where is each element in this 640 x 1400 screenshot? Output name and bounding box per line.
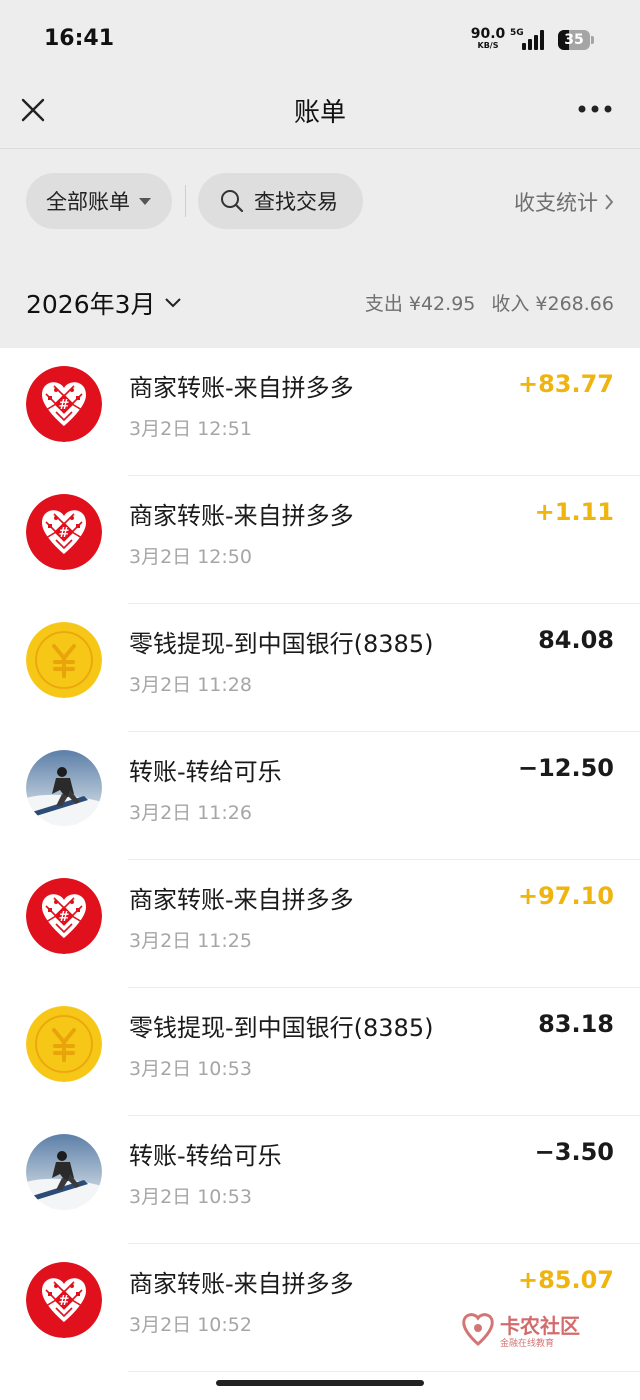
transaction-amount: −3.50 (534, 1138, 614, 1166)
transaction-amount: +1.11 (534, 498, 614, 526)
divider (185, 185, 186, 217)
nav-bar: 账单 (0, 78, 640, 148)
transaction-time: 3月2日 12:51 (129, 418, 252, 440)
transaction-row[interactable]: # 商家转账-来自拼多多 3月2日 12:50 +1.11 (0, 476, 640, 604)
search-transactions-button[interactable]: 查找交易 (198, 173, 363, 229)
transaction-amount: +97.10 (517, 882, 614, 910)
transaction-row[interactable]: # 商家转账-来自拼多多 3月2日 12:51 +83.77 (0, 348, 640, 476)
transaction-time: 3月2日 11:26 (129, 802, 252, 824)
transaction-title: 转账-转给可乐 (129, 758, 282, 786)
pinduoduo-logo-icon: # (26, 878, 102, 954)
transaction-row[interactable]: 转账-转给可乐 3月2日 11:26 −12.50 (0, 732, 640, 860)
transaction-title: 商家转账-来自拼多多 (129, 1270, 354, 1298)
signal-icon (522, 30, 548, 50)
battery-level: 35 (564, 32, 584, 48)
transaction-title: 转账-转给可乐 (129, 1142, 282, 1170)
user-avatar-photo (26, 750, 102, 826)
yuan-coin-icon (26, 622, 102, 698)
stats-label: 收支统计 (514, 191, 598, 215)
svg-text:#: # (59, 398, 70, 413)
transaction-amount: +85.07 (517, 1266, 614, 1294)
transaction-title: 商家转账-来自拼多多 (129, 886, 354, 914)
search-icon (221, 190, 244, 213)
transaction-title: 商家转账-来自拼多多 (129, 374, 354, 402)
transaction-row[interactable]: 转账-转给可乐 3月2日 10:53 −3.50 (0, 1116, 640, 1244)
month-income: 收入 ¥268.66 (491, 293, 614, 315)
page-title: 账单 (293, 98, 346, 128)
user-avatar-photo (26, 1134, 102, 1210)
transaction-amount: 84.08 (538, 626, 614, 654)
transaction-amount: 83.18 (538, 1010, 614, 1038)
pinduoduo-logo-icon: # (26, 1262, 102, 1338)
transaction-time: 3月2日 10:53 (129, 1058, 252, 1080)
transaction-title: 商家转账-来自拼多多 (129, 502, 354, 530)
transaction-row[interactable]: 零钱提现-到中国银行(8385) 3月2日 10:53 83.18 (0, 988, 640, 1116)
month-summary: 支出 ¥42.95 收入 ¥268.66 (365, 289, 614, 316)
month-expense: 支出 ¥42.95 (364, 293, 476, 315)
bill-screen: 16:41 90.0 KB/S 5G 35 账单 全部账单 查找交易 收支统计 … (0, 0, 640, 1400)
yuan-coin-icon (26, 1006, 102, 1082)
watermark-subtitle: 金融在线教育 (500, 1339, 555, 1349)
svg-text:#: # (59, 910, 70, 925)
chevron-down-icon (164, 298, 181, 308)
all-bills-label: 全部账单 (46, 190, 130, 214)
all-bills-filter-button[interactable]: 全部账单 (26, 173, 172, 229)
pinduoduo-logo-icon: # (26, 494, 102, 570)
status-time: 16:41 (44, 26, 115, 51)
transaction-amount: +83.77 (517, 370, 614, 398)
month-header: 2026年3月 支出 ¥42.95 收入 ¥268.66 (0, 255, 640, 348)
watermark-name: 卡农社区 (500, 1314, 580, 1338)
svg-text:#: # (59, 1294, 70, 1309)
transaction-time: 3月2日 11:28 (129, 674, 252, 696)
month-picker[interactable]: 2026年3月 (26, 285, 182, 321)
network-speed-unit: KB/S (477, 41, 499, 50)
transaction-amount: −12.50 (517, 754, 614, 782)
transaction-title: 零钱提现-到中国银行(8385) (129, 630, 434, 658)
watermark: 卡农社区 金融在线教育 (460, 1308, 590, 1352)
search-label: 查找交易 (254, 190, 338, 214)
transaction-row[interactable]: 零钱提现-到中国银行(8385) 3月2日 11:28 84.08 (0, 604, 640, 732)
watermark-logo-icon (462, 1313, 494, 1346)
more-dots-icon[interactable] (572, 96, 618, 122)
transaction-title: 零钱提现-到中国银行(8385) (129, 1014, 434, 1042)
status-bar: 16:41 90.0 KB/S 5G 35 (0, 0, 640, 78)
chevron-right-icon (605, 194, 614, 210)
income-expense-stats-link[interactable]: 收支统计 (514, 187, 614, 217)
caret-down-icon (139, 197, 151, 205)
transaction-time: 3月2日 10:52 (129, 1314, 252, 1336)
pinduoduo-logo-icon: # (26, 366, 102, 442)
transaction-row[interactable]: # 商家转账-来自拼多多 3月2日 11:25 +97.10 (0, 860, 640, 988)
month-label: 2026年3月 (26, 290, 156, 319)
svg-text:#: # (59, 526, 70, 541)
home-indicator[interactable] (216, 1380, 424, 1386)
transaction-list: # 商家转账-来自拼多多 3月2日 12:51 +83.77 # 商家转账-来自… (0, 348, 640, 1400)
transaction-time: 3月2日 10:53 (129, 1186, 252, 1208)
network-speed-value: 90.0 (470, 26, 506, 42)
battery-icon: 35 (558, 30, 590, 50)
transaction-time: 3月2日 12:50 (129, 546, 252, 568)
filter-bar: 全部账单 查找交易 收支统计 (0, 149, 640, 255)
transaction-time: 3月2日 11:25 (129, 930, 252, 952)
network-speed: 90.0 KB/S (470, 27, 506, 50)
